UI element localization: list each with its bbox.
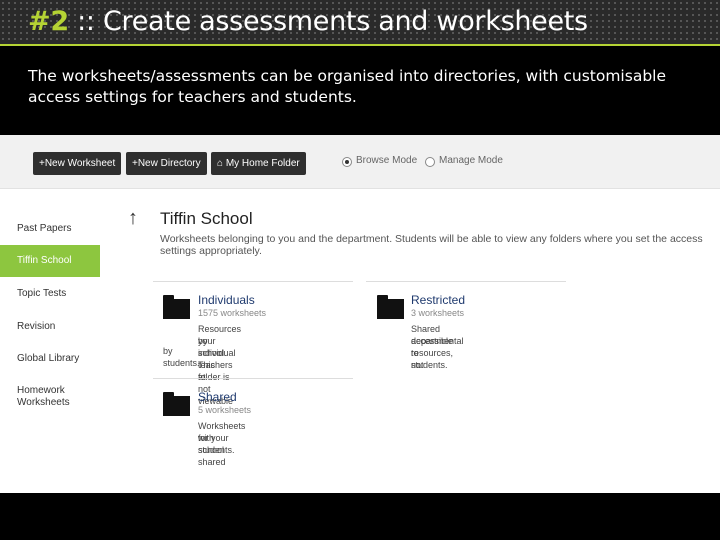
folder-description: Worksheets belonging to you and the depa…	[160, 233, 703, 257]
folder-name: Restricted	[411, 293, 466, 307]
folder-name: Individuals	[198, 293, 255, 307]
sidebar-item-label: Topic Tests	[17, 288, 67, 299]
folder-desc-line: accessible to students.	[411, 336, 454, 370]
title-underline	[0, 44, 720, 46]
slide-title-number: #2	[28, 6, 69, 37]
title-bar: #2 :: Create assessments and worksheets	[0, 0, 720, 44]
sidebar-item-label: Global Library	[17, 353, 80, 364]
folder-title: Tiffin School	[160, 209, 253, 228]
back-arrow-icon[interactable]: ↑	[128, 207, 138, 230]
sidebar-item-label: Worksheets	[17, 397, 70, 408]
new-directory-button[interactable]: +New Directory	[126, 152, 207, 175]
folder-count: 5 worksheets	[198, 405, 252, 415]
folder-icon	[163, 295, 190, 319]
toolbar: +New Worksheet +New Directory ⌂ My Home …	[0, 135, 720, 189]
slide-title: #2 :: Create assessments and worksheets	[28, 6, 588, 37]
manage-mode-label: Manage Mode	[439, 155, 503, 166]
app-screenshot: +New Worksheet +New Directory ⌂ My Home …	[0, 135, 720, 493]
folder-desc-line: with students.	[198, 433, 235, 455]
browse-mode-label: Browse Mode	[356, 155, 418, 166]
sidebar-item-label: Past Papers	[17, 223, 72, 234]
folder-desc-line: by students.	[163, 346, 200, 368]
home-folder-label: My Home Folder	[225, 158, 300, 169]
folder-name: Shared	[198, 390, 237, 404]
home-folder-button[interactable]: ⌂ My Home Folder	[211, 152, 306, 175]
card-divider	[153, 281, 353, 282]
slide-title-text: :: Create assessments and worksheets	[68, 6, 588, 37]
browse-mode-radio[interactable]	[342, 157, 352, 167]
card-divider	[366, 281, 566, 282]
folder-count: 1575 worksheets	[198, 308, 267, 318]
folder-icon	[377, 295, 404, 319]
manage-mode-radio[interactable]	[425, 157, 435, 167]
sidebar-item-label: Tiffin School	[17, 255, 72, 266]
sidebar-item-label: Revision	[17, 321, 56, 332]
folder-count: 3 worksheets	[411, 308, 465, 318]
home-icon: ⌂	[217, 158, 226, 169]
card-divider	[153, 378, 353, 379]
sidebar-item-tiffin-school[interactable]: Tiffin School	[0, 245, 100, 277]
slide-intro: The worksheets/assessments can be organi…	[28, 67, 666, 106]
folder-icon	[163, 392, 190, 416]
sidebar-item-label: Homework	[17, 385, 65, 396]
new-worksheet-button[interactable]: +New Worksheet	[33, 152, 122, 175]
